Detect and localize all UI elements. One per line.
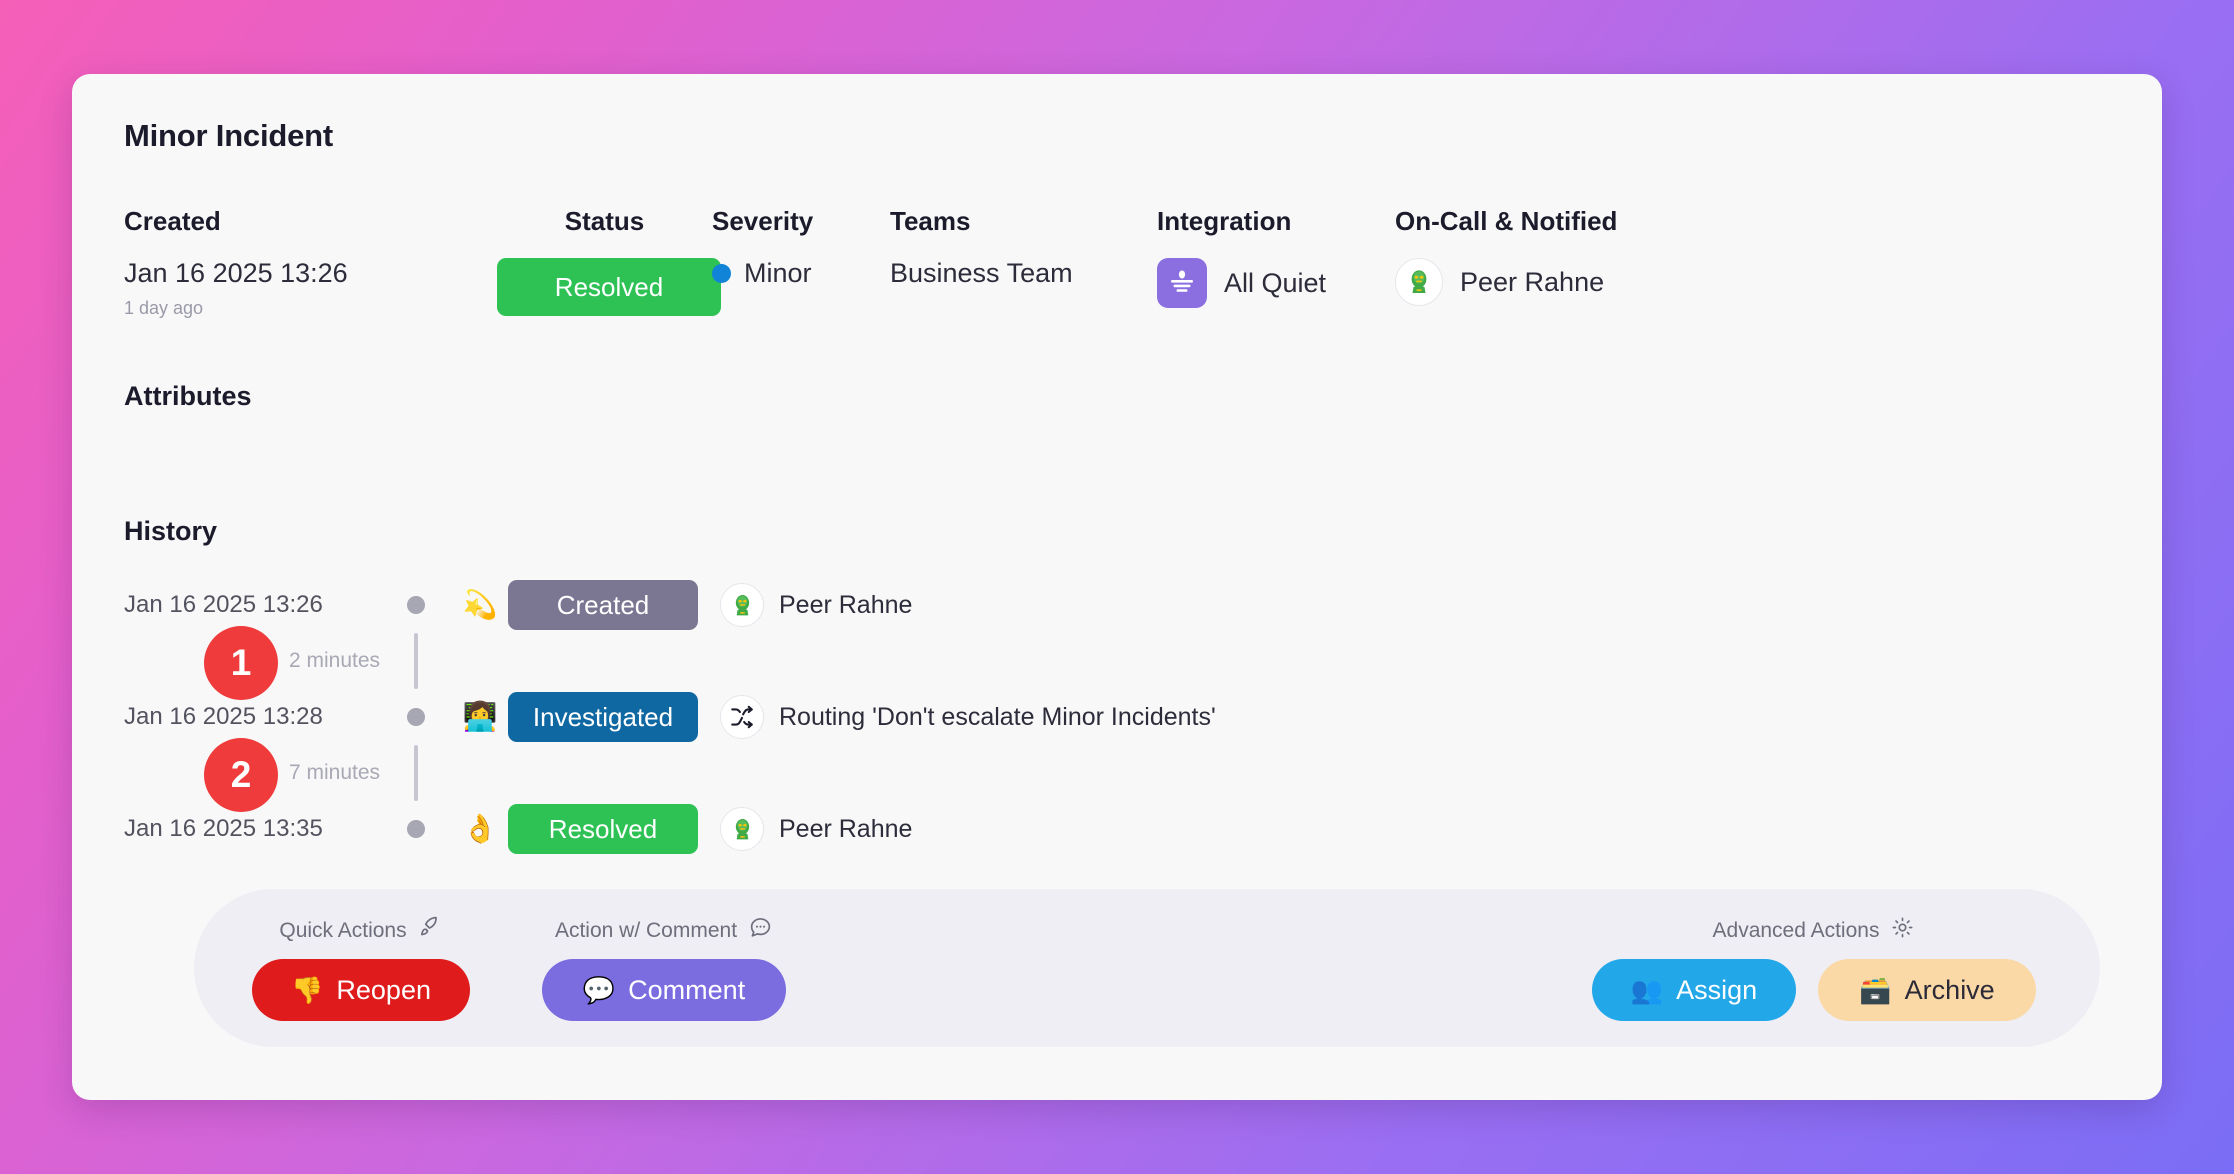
severity-dot-icon xyxy=(712,264,731,283)
history-timeline: 1 2 Jan 16 2025 13:26 💫 Created Peer Rah… xyxy=(124,577,2110,857)
history-timestamp: Jan 16 2025 13:28 xyxy=(124,703,323,730)
quick-actions-label-row: Quick Actions xyxy=(279,915,442,946)
timeline-dot-icon xyxy=(407,708,425,726)
annotation-badge-2: 2 xyxy=(204,738,278,812)
allquiet-logo-icon xyxy=(1157,258,1207,308)
oncall-value: Peer Rahne xyxy=(1460,266,1605,297)
timeline-rail xyxy=(380,820,452,838)
history-timestamp: Jan 16 2025 13:35 xyxy=(124,815,323,842)
shuffle-icon xyxy=(720,695,764,739)
status-label: Status xyxy=(564,206,645,236)
history-row: Jan 16 2025 13:26 💫 Created Peer Rahne xyxy=(124,577,2110,633)
history-actor-label: Peer Rahne xyxy=(779,590,913,619)
summary-status: Status Resolved xyxy=(497,206,721,319)
integration-label: Integration xyxy=(1157,206,1292,236)
comment-button[interactable]: 💬 Comment xyxy=(542,959,786,1021)
timeline-rail xyxy=(380,708,452,726)
history-gap: 7 minutes xyxy=(124,745,2110,801)
timeline-dot-icon xyxy=(407,596,425,614)
history-actor: Peer Rahne xyxy=(720,807,912,851)
advanced-actions-group: Advanced Actions 👥 Assign 🗃️ Archive xyxy=(1592,915,2036,1021)
action-bar: Quick Actions 👎 Reopen Action w/ Comment… xyxy=(194,889,2100,1047)
history-actor: Peer Rahne xyxy=(720,583,912,627)
teams-label: Teams xyxy=(890,206,971,236)
summary-integration: Integration All Quiet xyxy=(1157,206,1395,319)
alien-avatar-icon xyxy=(1395,258,1443,306)
attributes-body xyxy=(124,412,2110,458)
timeline-dot-icon xyxy=(407,820,425,838)
timeline-connector xyxy=(414,745,418,801)
archive-button[interactable]: 🗃️ Archive xyxy=(1818,959,2036,1021)
speech-balloon-icon: 💬 xyxy=(582,975,616,1005)
integration-value: All Quiet xyxy=(1224,267,1327,298)
action-with-comment-label-row: Action w/ Comment xyxy=(555,915,773,946)
history-gap: 2 minutes xyxy=(124,633,2110,689)
timeline-connector xyxy=(414,633,418,689)
alien-avatar-icon xyxy=(720,807,764,851)
summary-oncall: On-Call & Notified Peer Rahne xyxy=(1395,206,2110,319)
comment-button-label: Comment xyxy=(628,974,746,1005)
action-with-comment-group: Action w/ Comment 💬 Comment xyxy=(542,915,786,1021)
history-gap-label: 2 minutes xyxy=(289,649,381,672)
archive-button-label: Archive xyxy=(1904,974,1995,1005)
oncall-label: On-Call & Notified xyxy=(1395,206,1618,236)
busts-in-silhouette-icon: 👥 xyxy=(1630,975,1664,1005)
history-actor-label: Routing 'Don't escalate Minor Incidents' xyxy=(779,702,1216,731)
thumbs-down-icon: 👎 xyxy=(291,975,324,1005)
annotation-badge-1: 1 xyxy=(204,626,278,700)
page-title: Minor Incident xyxy=(124,118,334,153)
history-event-badge: Created xyxy=(508,580,698,630)
assign-button[interactable]: 👥 Assign xyxy=(1592,959,1796,1021)
history-actor: Routing 'Don't escalate Minor Incidents' xyxy=(720,695,1216,739)
person-with-laptop-icon: 👩‍💻 xyxy=(462,701,498,732)
reopen-button[interactable]: 👎 Reopen xyxy=(252,959,470,1021)
history-timestamp: Jan 16 2025 13:26 xyxy=(124,591,323,618)
summary-severity: Severity Minor xyxy=(712,206,890,319)
history-actor-label: Peer Rahne xyxy=(779,814,913,843)
severity-value: Minor xyxy=(744,258,812,288)
created-label: Created xyxy=(124,206,221,236)
attributes-section: Attributes xyxy=(124,381,2110,458)
advanced-actions-label: Advanced Actions xyxy=(1712,918,1880,942)
incident-summary: Created Jan 16 2025 13:26 1 day ago Stat… xyxy=(124,206,2110,319)
timeline-rail xyxy=(380,596,452,614)
history-gap-label: 7 minutes xyxy=(289,761,381,784)
status-badge: Resolved xyxy=(497,258,721,316)
incident-detail-card: Minor Incident Created Jan 16 2025 13:26… xyxy=(72,74,2162,1100)
reopen-button-label: Reopen xyxy=(336,974,431,1005)
quick-actions-label: Quick Actions xyxy=(279,918,407,942)
created-value: Jan 16 2025 13:26 xyxy=(124,258,348,288)
assign-button-label: Assign xyxy=(1676,974,1758,1005)
comet-icon: 💫 xyxy=(462,589,498,620)
teams-value: Business Team xyxy=(890,258,1073,288)
history-row: Jan 16 2025 13:28 👩‍💻 Investigated xyxy=(124,689,2110,745)
alien-avatar-icon xyxy=(720,583,764,627)
action-with-comment-label: Action w/ Comment xyxy=(554,918,738,942)
summary-created: Created Jan 16 2025 13:26 1 day ago xyxy=(124,206,497,319)
history-section: History 1 2 Jan 16 2025 13:26 💫 Created xyxy=(124,516,2110,857)
history-event-badge: Resolved xyxy=(508,804,698,854)
created-relative: 1 day ago xyxy=(124,298,204,318)
history-event-badge: Investigated xyxy=(508,692,698,742)
severity-label: Severity xyxy=(712,206,814,236)
rocket-icon xyxy=(418,915,443,946)
ok-hand-icon: 👌 xyxy=(462,813,498,844)
summary-teams: Teams Business Team xyxy=(890,206,1157,319)
history-heading: History xyxy=(124,516,218,546)
quick-actions-group: Quick Actions 👎 Reopen xyxy=(252,915,470,1021)
gear-icon xyxy=(1890,915,1915,946)
attributes-heading: Attributes xyxy=(124,381,252,411)
history-row: Jan 16 2025 13:35 👌 Resolved Peer Rahne xyxy=(124,801,2110,857)
speech-bubble-icon xyxy=(748,915,773,946)
advanced-actions-label-row: Advanced Actions xyxy=(1713,915,1916,946)
card-file-box-icon: 🗃️ xyxy=(1859,975,1892,1005)
